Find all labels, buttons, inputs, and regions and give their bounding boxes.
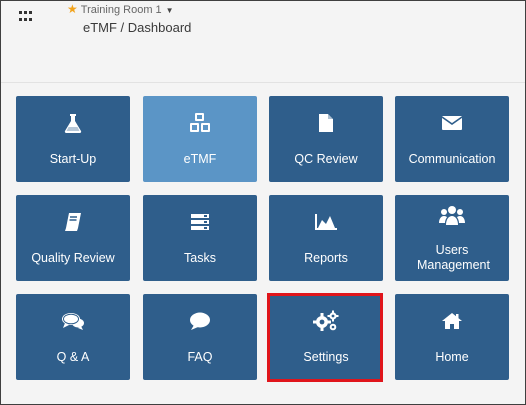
tile-qc-review[interactable]: QC Review	[269, 96, 383, 182]
settings-highlight-box	[267, 293, 383, 382]
tile-label: FAQ	[187, 350, 213, 364]
chat-bubbles-icon	[16, 310, 130, 332]
server-icon	[143, 211, 257, 233]
tile-faq[interactable]: FAQ	[143, 294, 257, 380]
tile-label: QC Review	[294, 152, 358, 166]
home-icon	[395, 310, 509, 332]
star-icon: ★	[67, 2, 78, 16]
tile-reports[interactable]: Reports	[269, 195, 383, 281]
users-icon	[395, 205, 509, 227]
tile-etmf[interactable]: eTMF	[143, 96, 257, 182]
tile-label: Q & A	[56, 350, 90, 364]
tile-tasks[interactable]: Tasks	[143, 195, 257, 281]
apps-grid-icon[interactable]	[19, 11, 33, 23]
speech-bubble-icon	[143, 310, 257, 332]
tile-label: Reports	[304, 251, 348, 265]
book-icon	[16, 211, 130, 233]
tile-label: eTMF	[183, 152, 217, 166]
breadcrumb: eTMF / Dashboard	[83, 20, 192, 35]
header-divider	[1, 82, 525, 83]
cubes-icon	[143, 112, 257, 134]
tile-label: Tasks	[184, 251, 216, 265]
tile-label: Home	[435, 350, 469, 364]
room-name: Training Room 1	[80, 4, 162, 16]
tile-q-and-a[interactable]: Q & A	[16, 294, 130, 380]
flask-icon	[16, 112, 130, 134]
top-bar: ★ Training Room 1 ▼ eTMF / Dashboard	[1, 1, 525, 43]
envelope-icon	[395, 112, 509, 134]
room-selector[interactable]: ★ Training Room 1 ▼	[67, 2, 174, 16]
tile-label: Users Management	[417, 243, 490, 272]
app-window: ★ Training Room 1 ▼ eTMF / Dashboard Start…	[0, 0, 526, 405]
document-icon	[269, 112, 383, 134]
tile-label: Communication	[408, 152, 496, 166]
tile-label: Start-Up	[49, 152, 97, 166]
tile-start-up[interactable]: Start-Up	[16, 96, 130, 182]
tile-communication[interactable]: Communication	[395, 96, 509, 182]
caret-down-icon: ▼	[165, 6, 174, 15]
tile-quality-review[interactable]: Quality Review	[16, 195, 130, 281]
tile-label: Quality Review	[31, 251, 115, 265]
tile-users-management[interactable]: Users Management	[395, 195, 509, 281]
tile-home[interactable]: Home	[395, 294, 509, 380]
area-chart-icon	[269, 211, 383, 233]
